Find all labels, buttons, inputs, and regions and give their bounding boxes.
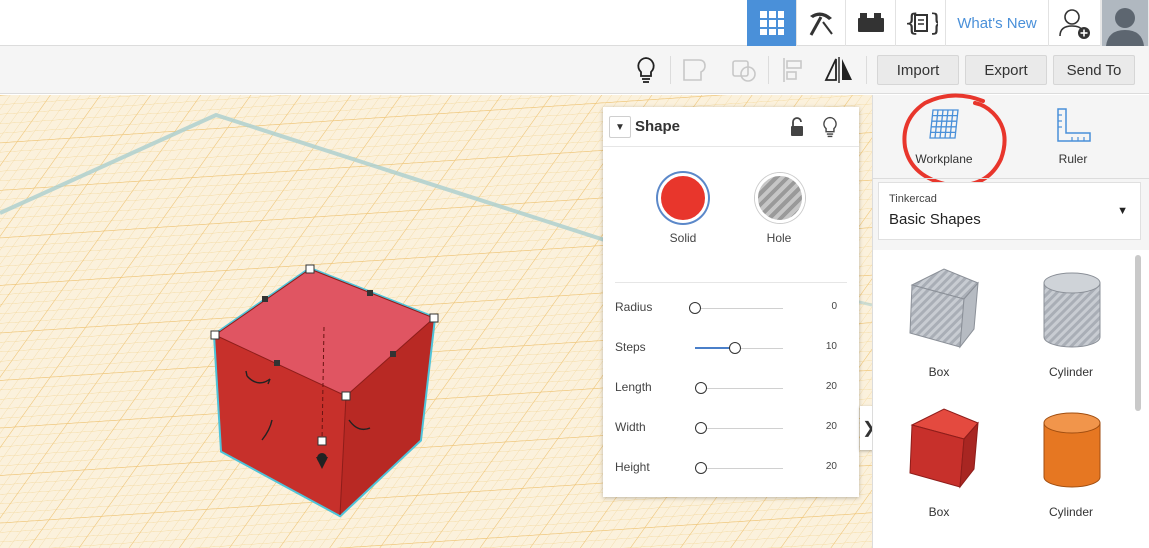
right-panel: Workplane Ruler Tinkercad Basic Shapes ▼ bbox=[872, 93, 1149, 548]
group-icon bbox=[683, 59, 706, 81]
top-bar: { } What's New bbox=[0, 0, 1149, 46]
whats-new-link[interactable]: What's New bbox=[945, 0, 1048, 46]
param-label: Radius bbox=[615, 300, 653, 314]
param-label: Width bbox=[615, 420, 646, 434]
param-row-length: Length 20 bbox=[603, 377, 859, 401]
lightbulb-icon bbox=[637, 57, 655, 83]
ruler-icon bbox=[1057, 108, 1091, 142]
user-avatar[interactable] bbox=[1100, 0, 1149, 46]
app-root: { } What's New bbox=[0, 0, 1149, 548]
toolbar: Import Export Send To bbox=[0, 46, 1149, 94]
param-slider-knob[interactable] bbox=[695, 422, 707, 434]
param-value[interactable]: 10 bbox=[826, 341, 837, 352]
param-row-radius: Radius 0 bbox=[603, 297, 859, 321]
toolbar-separator bbox=[866, 56, 867, 84]
param-slider-knob[interactable] bbox=[695, 462, 707, 474]
import-button[interactable]: Import bbox=[877, 55, 959, 85]
param-row-height: Height 20 bbox=[603, 457, 859, 481]
hide-shape-button[interactable] bbox=[821, 116, 839, 143]
inspector-header: ▼ Shape bbox=[603, 107, 859, 147]
shapes-scrollbar[interactable] bbox=[1135, 255, 1141, 411]
blocks-view-button[interactable] bbox=[796, 0, 845, 46]
param-slider-knob[interactable] bbox=[689, 302, 701, 314]
mirror-button[interactable] bbox=[823, 54, 855, 86]
shape-name-cylinder: Cylinder bbox=[1048, 505, 1093, 519]
param-slider-track[interactable] bbox=[695, 388, 783, 389]
shape-name-box: Box bbox=[928, 365, 950, 379]
param-slider-track[interactable] bbox=[695, 468, 783, 469]
param-slider-track[interactable] bbox=[695, 428, 783, 429]
ruler-tool[interactable]: Ruler bbox=[1018, 105, 1128, 175]
shape-inspector-panel: ▼ Shape Solid Hole Radius 0 Steps 10 Len… bbox=[603, 107, 859, 497]
add-user-icon bbox=[1058, 9, 1090, 39]
brick-icon bbox=[857, 13, 884, 32]
group-button[interactable] bbox=[679, 54, 711, 86]
shape-name-cylinder: Cylinder bbox=[1048, 365, 1093, 379]
caret-down-icon: ▼ bbox=[1117, 205, 1128, 217]
toolbar-separator bbox=[670, 56, 671, 84]
shape-box-hole[interactable]: Box bbox=[884, 255, 994, 395]
solid-label: Solid bbox=[669, 231, 697, 245]
param-slider-knob[interactable] bbox=[695, 382, 707, 394]
mirror-icon bbox=[824, 57, 852, 83]
hole-swatch[interactable] bbox=[755, 173, 805, 223]
export-button[interactable]: Export bbox=[965, 55, 1047, 85]
param-value[interactable]: 20 bbox=[826, 381, 837, 392]
avatar-silhouette-icon bbox=[1101, 0, 1148, 46]
right-panel-divider bbox=[873, 178, 1149, 179]
ruler-label: Ruler bbox=[1058, 152, 1088, 166]
code-blocks-icon: { } bbox=[904, 9, 938, 37]
pickaxe-icon bbox=[809, 12, 833, 36]
toolbar-separator bbox=[768, 56, 769, 84]
param-value[interactable]: 0 bbox=[831, 301, 837, 312]
hole-label: Hole bbox=[766, 231, 792, 245]
param-slider-track[interactable] bbox=[695, 308, 783, 309]
lock-button[interactable] bbox=[789, 117, 805, 142]
bricks-view-button[interactable] bbox=[845, 0, 895, 46]
param-value[interactable]: 20 bbox=[826, 461, 837, 472]
library-category: Tinkercad bbox=[889, 193, 937, 205]
inspector-collapse-button[interactable]: ▼ bbox=[609, 116, 631, 138]
library-name: Basic Shapes bbox=[889, 211, 981, 228]
shape-library-dropdown[interactable]: Tinkercad Basic Shapes ▼ bbox=[878, 182, 1141, 240]
cylinder-hole-icon bbox=[1043, 272, 1101, 348]
inspector-title: Shape bbox=[635, 118, 681, 135]
inspector-divider bbox=[615, 282, 847, 283]
param-label: Length bbox=[615, 380, 652, 394]
shape-cylinder-hole[interactable]: Cylinder bbox=[1016, 255, 1126, 395]
svg-text:{: { bbox=[904, 9, 919, 37]
lightbulb-icon bbox=[823, 116, 837, 138]
shapes-grid: Box Cylinder Box Cylinder bbox=[873, 250, 1149, 548]
send-to-button[interactable]: Send To bbox=[1053, 55, 1135, 85]
cylinder-icon bbox=[1043, 412, 1101, 488]
box-hole-icon bbox=[909, 268, 979, 349]
solid-color-swatch[interactable] bbox=[658, 173, 708, 223]
align-icon bbox=[783, 58, 802, 82]
box-icon bbox=[909, 408, 979, 489]
param-slider-knob[interactable] bbox=[729, 342, 741, 354]
align-button[interactable] bbox=[777, 54, 809, 86]
svg-text:}: } bbox=[929, 9, 938, 37]
grid-icon bbox=[759, 11, 784, 35]
param-value[interactable]: 20 bbox=[826, 421, 837, 432]
ungroup-icon bbox=[732, 60, 756, 82]
param-row-width: Width 20 bbox=[603, 417, 859, 441]
shape-name-box: Box bbox=[928, 505, 950, 519]
add-user-button[interactable] bbox=[1048, 0, 1100, 46]
codeblocks-view-button[interactable]: { } bbox=[895, 0, 945, 46]
3d-design-view-button[interactable] bbox=[747, 0, 796, 46]
shape-cylinder[interactable]: Cylinder bbox=[1016, 395, 1126, 535]
show-all-button[interactable] bbox=[630, 54, 662, 86]
shape-box[interactable]: Box bbox=[884, 395, 994, 535]
ungroup-button[interactable] bbox=[728, 54, 760, 86]
param-label: Steps bbox=[615, 340, 646, 354]
caret-down-icon: ▼ bbox=[615, 121, 625, 133]
param-row-steps: Steps 10 bbox=[603, 337, 859, 361]
unlock-icon bbox=[791, 117, 803, 136]
param-label: Height bbox=[615, 460, 650, 474]
